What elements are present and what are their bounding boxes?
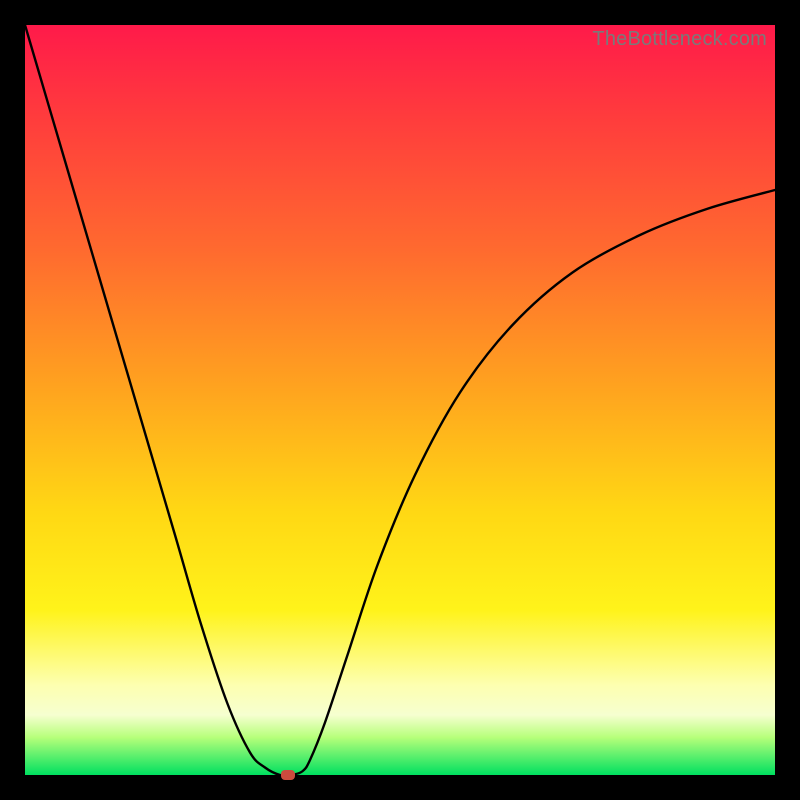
bottleneck-curve (25, 25, 775, 775)
chart-frame: TheBottleneck.com (0, 0, 800, 800)
gradient-plot-area: TheBottleneck.com (25, 25, 775, 775)
bottleneck-curve-path (25, 25, 775, 776)
optimal-point-marker (281, 770, 295, 780)
